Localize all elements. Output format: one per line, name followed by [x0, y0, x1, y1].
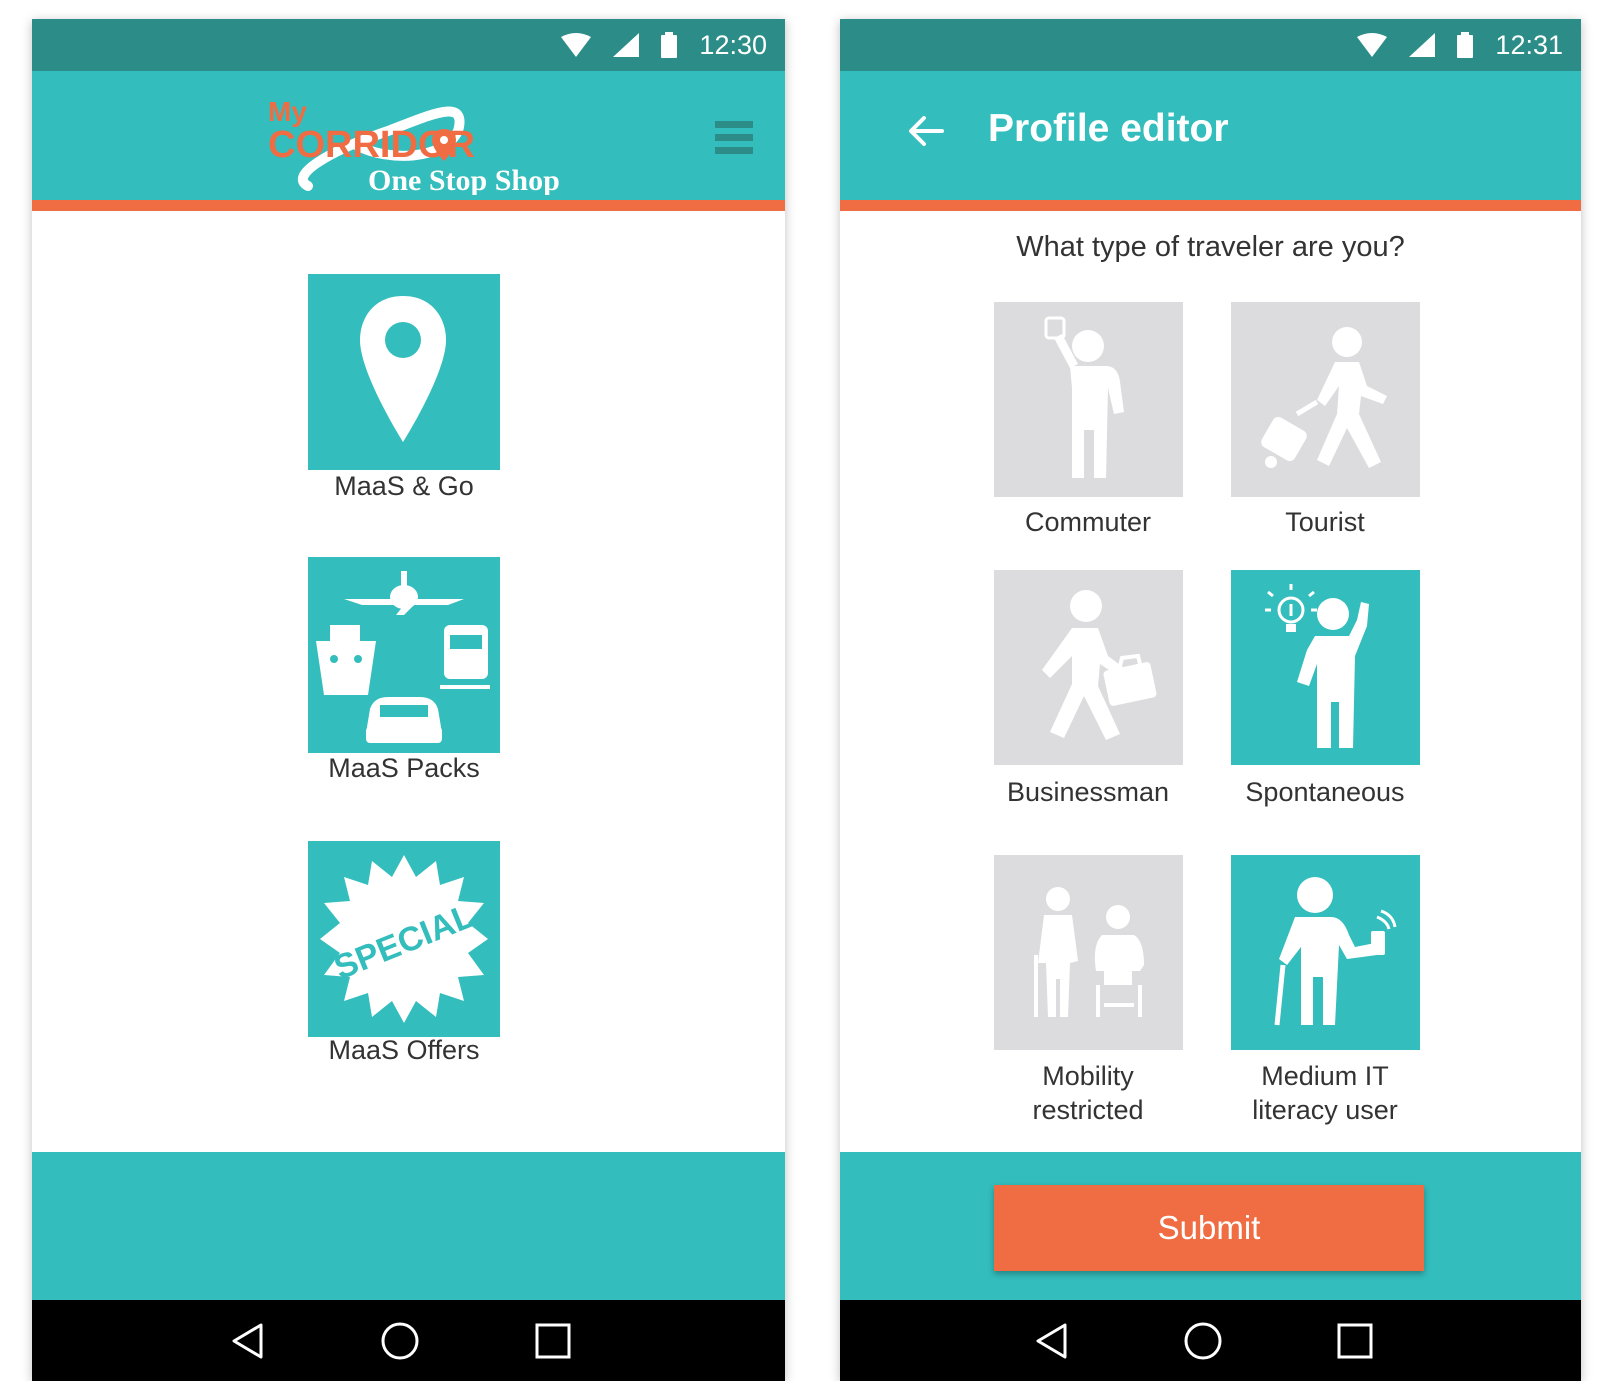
wifi-icon — [1357, 33, 1388, 57]
maas-go-tile[interactable] — [308, 274, 500, 470]
battery-icon — [661, 32, 678, 58]
spontaneous-icon — [1265, 584, 1369, 748]
android-nav-bar — [840, 1300, 1581, 1381]
option-businessman[interactable] — [994, 570, 1183, 765]
maas-packs-tile[interactable] — [308, 557, 500, 753]
option-commuter-label: Commuter — [1024, 507, 1152, 537]
nav-home-icon[interactable] — [1182, 1320, 1224, 1362]
option-medium-it-literacy[interactable] — [1231, 855, 1420, 1050]
nav-recents-icon[interactable] — [1334, 1320, 1376, 1362]
logo-tagline-text: One Stop Shop — [368, 164, 560, 195]
option-medium-it-literacy-label: Medium IT literacy user — [1252, 1061, 1398, 1125]
maas-go-label: MaaS & Go — [334, 471, 474, 501]
logo-my-text: My — [268, 96, 307, 127]
status-time: 12:31 — [1495, 29, 1563, 60]
option-spontaneous-label: Spontaneous — [1245, 777, 1405, 807]
nav-recents-icon[interactable] — [532, 1320, 574, 1362]
businessman-icon — [1042, 590, 1157, 740]
special-badge-icon: SPECIAL — [320, 855, 488, 1023]
nav-back-icon[interactable] — [1030, 1320, 1072, 1362]
map-pin-icon — [360, 296, 446, 442]
transport-modes-icon — [316, 571, 490, 743]
submit-button[interactable]: Submit — [994, 1185, 1424, 1271]
maas-packs-label: MaaS Packs — [328, 753, 480, 783]
tourist-icon — [1261, 327, 1387, 468]
commuter-icon — [1044, 316, 1124, 478]
traveler-question: What type of traveler are you? — [1016, 231, 1405, 263]
option-businessman-label: Businessman — [1006, 777, 1170, 807]
status-bar: 12:30 — [32, 19, 785, 71]
maas-offers-tile[interactable]: SPECIAL — [308, 841, 500, 1037]
home-screen: 12:30 My CORRIDOR One Stop Shop MaaS & G… — [32, 19, 785, 1381]
signal-icon — [613, 33, 640, 57]
myCorridor-logo[interactable]: My CORRIDOR One Stop Shop — [268, 91, 568, 197]
page-title: Profile editor — [988, 107, 1229, 150]
back-arrow-icon[interactable] — [908, 113, 944, 149]
status-time: 12:30 — [699, 29, 767, 60]
app-bar: My CORRIDOR One Stop Shop — [32, 71, 785, 211]
wifi-icon — [561, 33, 592, 57]
hamburger-menu-icon[interactable] — [715, 119, 753, 155]
footer-band — [32, 1152, 785, 1300]
maas-offers-label: MaaS Offers — [328, 1035, 480, 1065]
option-tourist-label: Tourist — [1285, 507, 1365, 537]
nav-home-icon[interactable] — [379, 1320, 421, 1362]
option-mobility-restricted[interactable] — [994, 855, 1183, 1050]
mobility-restricted-icon — [1034, 887, 1144, 1017]
medium-it-literacy-icon — [1274, 877, 1397, 1026]
nav-back-icon[interactable] — [226, 1320, 268, 1362]
option-commuter[interactable] — [994, 302, 1183, 497]
status-bar: 12:31 — [840, 19, 1581, 71]
app-bar: Profile editor — [840, 71, 1581, 211]
android-nav-bar — [32, 1300, 785, 1381]
option-mobility-restricted-label: Mobility restricted — [1032, 1061, 1144, 1125]
profile-editor-screen: 12:31 Profile editor What type of travel… — [840, 19, 1581, 1381]
signal-icon — [1409, 33, 1436, 57]
option-spontaneous[interactable] — [1231, 570, 1420, 765]
option-tourist[interactable] — [1231, 302, 1420, 497]
battery-icon — [1457, 32, 1474, 58]
